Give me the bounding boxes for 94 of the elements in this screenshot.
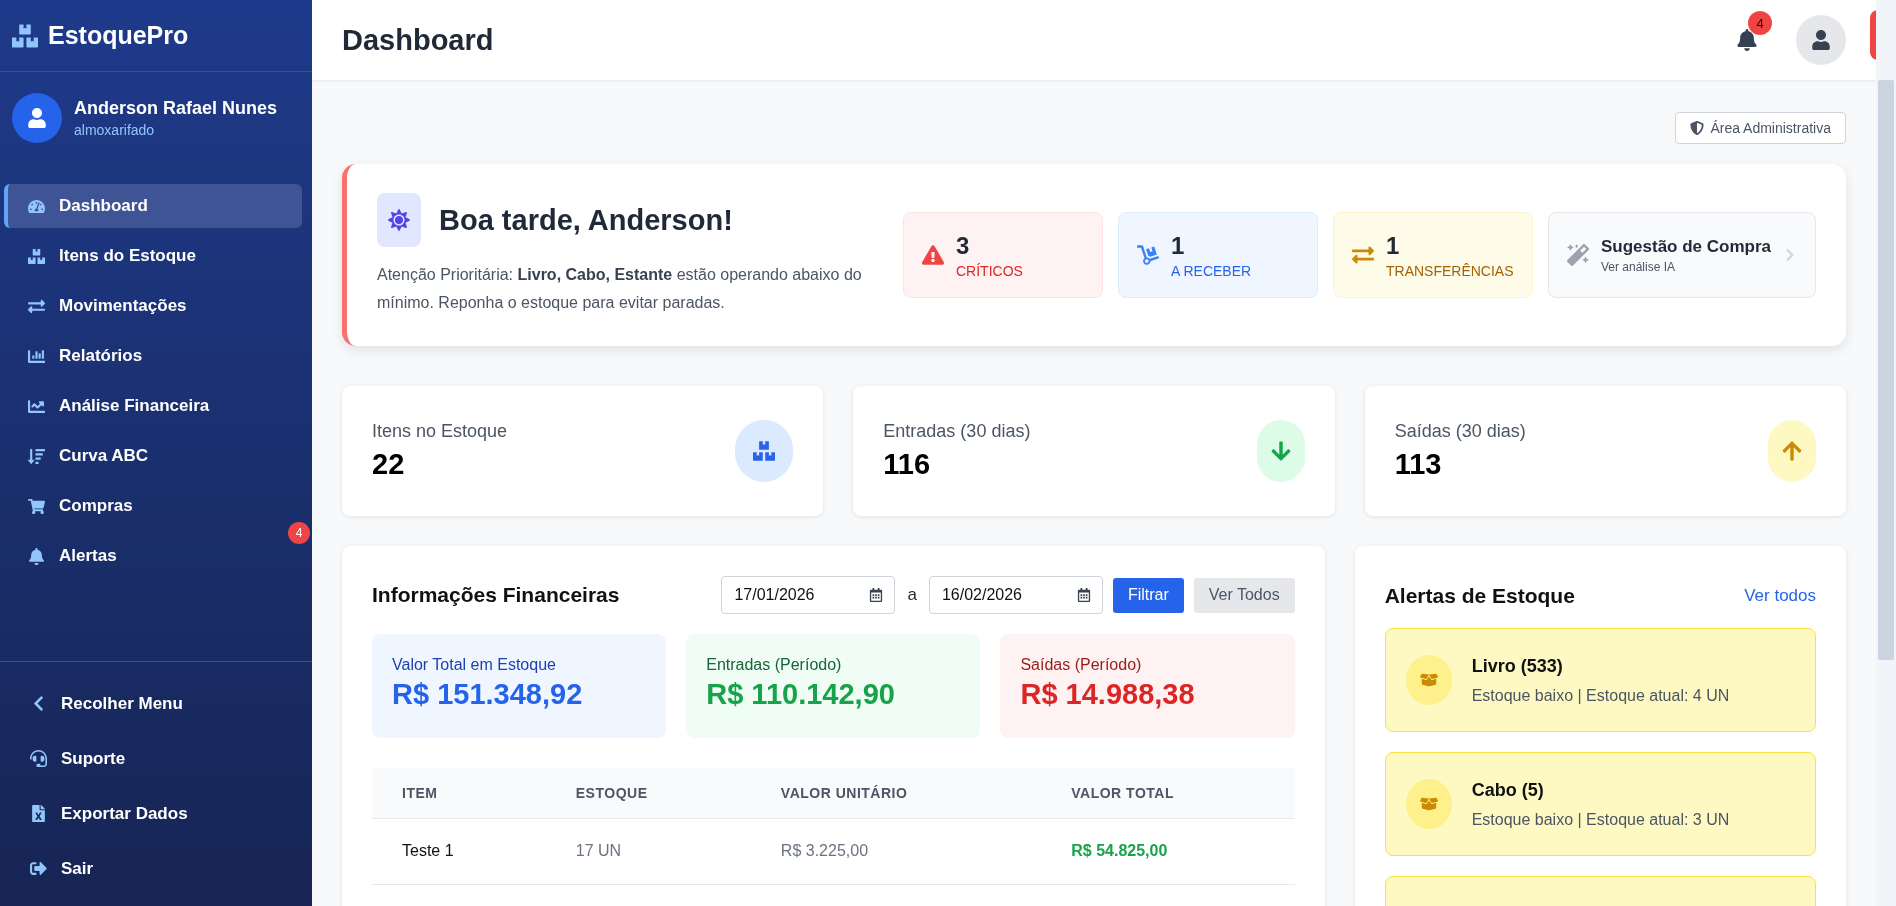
table-cell: R$ 3.225,00 — [750, 818, 1042, 884]
tile-value: 3 — [956, 231, 971, 260]
calendar-icon[interactable] — [869, 588, 884, 602]
user-name: Anderson Rafael Nunes — [74, 98, 278, 119]
bell-icon — [28, 547, 45, 565]
alert-title: Livro (533) — [1471, 655, 1564, 677]
priority-message: Atenção Prioritária: Livro, Cabo, Estante estão operando abaixo do mínimo. Reponha o estoque para evitar paradas. — [377, 265, 863, 313]
date-field[interactable]: 16/02/2026 — [928, 576, 1103, 614]
nav-item[interactable]: Movimentações — [4, 284, 302, 328]
nav-item[interactable]: Dashboard — [4, 184, 302, 228]
table-cell: Teste 1 — [372, 818, 546, 884]
user-avatar — [12, 93, 62, 143]
headset-icon — [30, 750, 47, 767]
user-role: almoxarifado — [74, 122, 156, 138]
gauge-icon — [28, 197, 45, 215]
stat-label: Entradas (30 dias) — [883, 421, 1031, 442]
wand-icon — [1566, 244, 1589, 266]
alert-detail: Estoque baixo | Estoque atual: 3 UN — [1471, 810, 1730, 829]
sidebar-footer-item[interactable]: Suporte — [0, 731, 312, 786]
summary-tile[interactable]: 3 CRÍTICOS — [903, 212, 1103, 298]
arrows-icon — [1351, 244, 1374, 266]
stat-value: 113 — [1394, 448, 1443, 481]
alert-card[interactable]: Livro (533) Estoque baixo | Estoque atual: 4 UN — [1384, 628, 1816, 732]
logo-icon — [12, 22, 38, 49]
column-header: VALOR UNITÁRIO — [750, 768, 1042, 818]
table-cell: R$ 54.825,00 — [1041, 818, 1295, 884]
tile-value: 1 — [1385, 231, 1401, 260]
user-icon — [1811, 30, 1831, 50]
alert-card[interactable]: Cabo (5) Estoque baixo | Estoque atual: 3 UN — [1384, 752, 1816, 856]
sun-icon — [377, 193, 421, 247]
nav-item[interactable]: Itens do Estoque — [4, 234, 302, 278]
greeting-title: Boa tarde, Anderson! — [439, 203, 733, 237]
calendar-icon[interactable] — [1076, 588, 1091, 602]
summary-value: R$ 110.142,90 — [706, 678, 896, 711]
sidebar-footer-item[interactable]: Exportar Dados — [0, 786, 312, 841]
sort-icon — [28, 447, 45, 465]
sidebar-footer-item[interactable]: Recolher Menu — [0, 676, 312, 731]
card-title: Alertas de Estoque — [1384, 584, 1576, 608]
user-menu-button[interactable] — [1796, 15, 1846, 65]
summary-label: Valor Total em Estoque — [392, 656, 557, 674]
warning-icon — [922, 244, 944, 266]
stat-value: 22 — [372, 448, 406, 481]
stat-label: Itens no Estoque — [372, 421, 508, 442]
arrow-down-icon — [1256, 420, 1305, 482]
box-icon — [1405, 655, 1452, 705]
shield-icon — [1690, 121, 1705, 135]
arrows-icon — [28, 297, 45, 315]
box-icon — [1405, 779, 1452, 829]
spreadsheet-file-icon — [30, 805, 47, 822]
tile-label: TRANSFERÊNCIAS — [1385, 262, 1514, 279]
notifications-icon[interactable] — [1736, 29, 1758, 51]
arrow-up-icon — [1768, 420, 1816, 482]
date-field[interactable]: 17/01/2026 — [721, 576, 896, 614]
see-all-link[interactable]: Ver todos — [1744, 586, 1816, 606]
tile-label: Ver análise IA — [1600, 259, 1676, 274]
line-chart-icon — [28, 397, 45, 415]
nav-item[interactable]: Curva ABC — [4, 434, 302, 478]
brand-name: EstoquePro — [48, 21, 189, 50]
filter-button[interactable]: Filtrar — [1112, 577, 1184, 613]
summary-label: Entradas (Período) — [706, 656, 843, 674]
summary-tile[interactable]: 1 TRANSFERÊNCIAS — [1332, 212, 1533, 298]
logout-icon — [30, 860, 47, 877]
bar-chart-icon — [28, 347, 45, 365]
tile-label: A RECEBER — [1171, 262, 1253, 279]
tile-label: CRÍTICOS — [956, 262, 1024, 279]
tile-value: 1 — [1171, 231, 1186, 260]
admin-area-button[interactable]: Área Administrativa — [1675, 112, 1846, 144]
date-separator: a — [906, 585, 918, 605]
column-header: ITEM — [372, 768, 546, 818]
cart-icon — [28, 497, 45, 515]
stat-value: 116 — [883, 448, 932, 481]
table-cell: 17 UN — [545, 818, 751, 884]
stat-label: Saídas (30 dias) — [1394, 421, 1526, 442]
alert-title: Cabo (5) — [1471, 779, 1545, 801]
column-header: ESTOQUE — [545, 768, 751, 818]
summary-tile[interactable]: 1 A RECEBER — [1118, 212, 1318, 298]
summary-value: R$ 14.988,38 — [1020, 678, 1196, 711]
scrollbar[interactable] — [1878, 80, 1894, 660]
alert-count-badge: 4 — [288, 522, 310, 544]
boxes-icon — [28, 247, 45, 265]
notification-count-badge: 4 — [1748, 11, 1772, 35]
dolly-icon — [1137, 244, 1159, 266]
summary-tile[interactable]: Sugestão de Compra Ver análise IA — [1547, 212, 1816, 298]
nav-item[interactable]: Análise Financeira — [4, 384, 302, 428]
page-title: Dashboard — [342, 23, 495, 57]
show-all-button[interactable]: Ver Todos — [1193, 577, 1295, 613]
tile-value: Sugestão de Compra — [1600, 236, 1771, 257]
column-header: VALOR TOTAL — [1041, 768, 1295, 818]
summary-label: Saídas (Período) — [1020, 656, 1143, 674]
nav-item[interactable]: Relatórios — [4, 334, 302, 378]
alert-detail: Estoque baixo | Estoque atual: 4 UN — [1471, 686, 1730, 705]
sidebar-footer-item[interactable]: Sair — [0, 841, 312, 896]
card-title: Informações Financeiras — [372, 583, 621, 607]
summary-value: R$ 151.348,92 — [392, 678, 584, 711]
